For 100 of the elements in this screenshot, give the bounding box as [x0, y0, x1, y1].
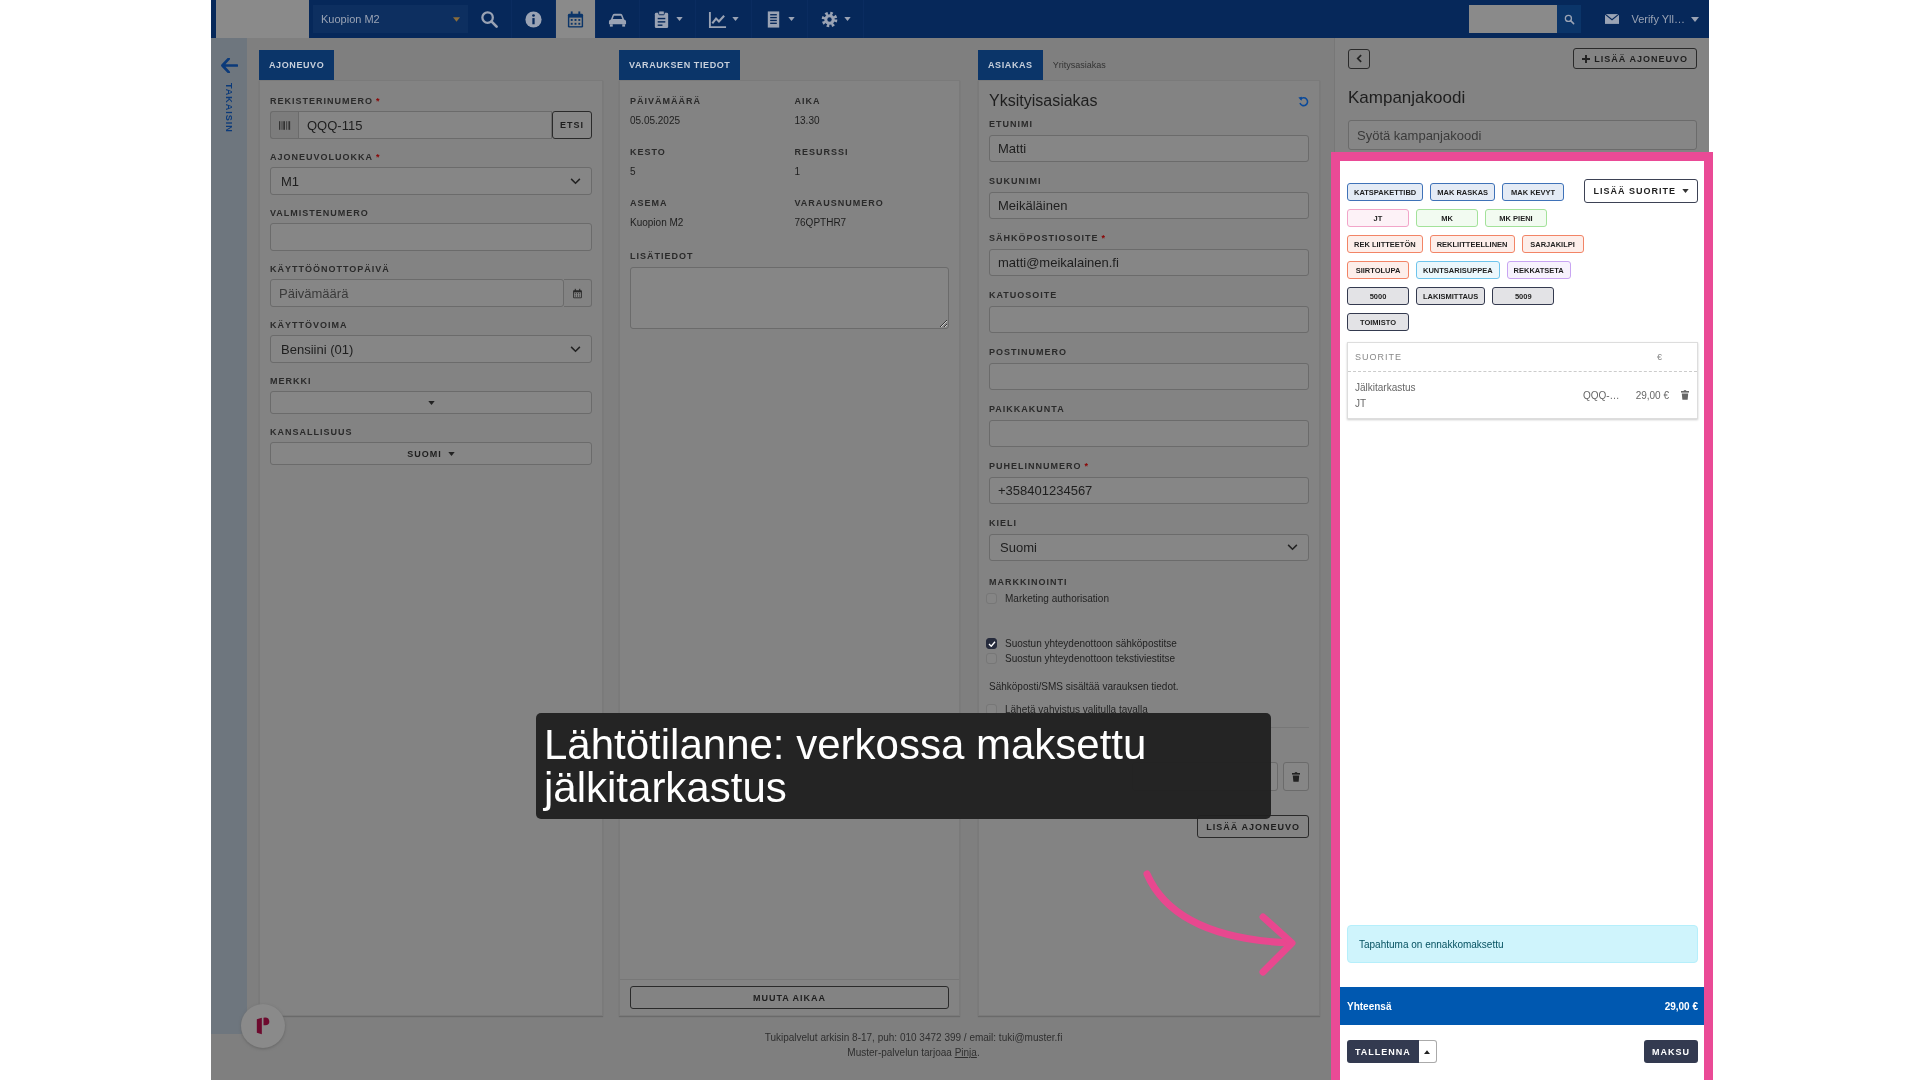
check-icon — [987, 640, 996, 647]
search-field[interactable] — [1469, 5, 1558, 33]
field-label: PÄIVÄMÄÄRÄ — [630, 95, 702, 107]
trash-icon — [1292, 771, 1300, 782]
field-label: KÄYTTÖVOIMA — [270, 319, 348, 331]
caret-icon — [1691, 16, 1699, 22]
user-menu[interactable]: Verify Yll… — [1631, 13, 1699, 25]
date-field[interactable]: Päivämäärä — [270, 279, 564, 307]
field-label: ASEMA — [630, 197, 669, 209]
delete-button[interactable] — [1283, 762, 1309, 791]
field-label: VALMISTENUMERO — [270, 207, 369, 219]
checkbox-label: Suostun yhteydenottoon sähköpostitse — [1005, 638, 1177, 649]
plate-field[interactable]: QQQ-115 — [298, 111, 552, 139]
calendar-button[interactable] — [564, 279, 592, 307]
dropdown-button[interactable]: SUOMI — [270, 442, 592, 465]
field-label: SUKUNIMI — [989, 175, 1042, 187]
text-field[interactable]: Matti — [989, 135, 1309, 162]
info-icon — [524, 9, 543, 29]
select-field[interactable]: M1 — [270, 167, 592, 195]
caret-icon — [1424, 1049, 1431, 1054]
text-field[interactable] — [989, 420, 1309, 447]
add-service-button[interactable]: LISÄÄ SUORITE — [1584, 179, 1698, 203]
text-field[interactable]: Meikäläinen — [989, 192, 1309, 219]
chevron-icon — [1287, 544, 1298, 551]
notes-field[interactable] — [630, 267, 949, 329]
support-text: Tukipalvelut arkisin 8-17, puh: 010 3472 399 / email: tuki@muster.fi — [764, 1031, 1063, 1045]
text-field[interactable] — [989, 363, 1309, 390]
info-text: Sähköposti/SMS sisältää varauksen tiedot. — [989, 681, 1180, 692]
field-value: 05.05.2025 — [630, 115, 682, 126]
change-time-button[interactable]: MUUTA AIKAA — [630, 986, 949, 1009]
chat-bubble-button[interactable] — [241, 1004, 285, 1048]
calendar-menu-button[interactable] — [556, 0, 596, 38]
field-label: SÄHKÖPOSTIOSOITE — [989, 232, 1099, 244]
chevron-left-icon — [1356, 54, 1362, 63]
mail-icon[interactable] — [1605, 14, 1620, 24]
field-label: VARAUSNUMERO — [794, 197, 885, 209]
clipboard-icon — [652, 9, 671, 29]
search-button[interactable]: ETSI — [552, 111, 592, 139]
add-vehicle-button[interactable]: LISÄÄ AJONEUVO — [1573, 48, 1697, 69]
text-field[interactable]: matti@meikalainen.fi — [989, 249, 1309, 276]
field-label: PUHELINNUMERO — [989, 460, 1082, 472]
field-label: KATUOSOITE — [989, 289, 1058, 301]
field-value: Kuopion M2 — [630, 217, 685, 228]
caret-icon — [676, 17, 683, 21]
text-field[interactable]: +358401234567 — [989, 477, 1309, 504]
service-code: JT — [1355, 397, 1368, 409]
trash-icon[interactable] — [1681, 390, 1689, 400]
caret-icon — [732, 17, 739, 21]
required-mark: * — [376, 95, 381, 107]
field-label: POSTINUMERO — [989, 346, 1067, 358]
refresh-icon[interactable] — [1298, 95, 1309, 107]
info-alert: Tapahtuma on ennakkomaksettu — [1347, 925, 1698, 963]
search-icon — [1563, 13, 1575, 25]
text-field[interactable] — [989, 306, 1309, 333]
field-value: 76QPTHR7 — [794, 217, 848, 228]
settings-icon — [820, 9, 839, 29]
caret-icon — [1682, 189, 1689, 193]
chevron-icon — [570, 345, 581, 353]
total-label: Yhteensä — [1347, 1000, 1392, 1012]
column-header: € — [1657, 352, 1664, 362]
text-field[interactable] — [270, 223, 592, 251]
select-field[interactable]: Bensiini (01) — [270, 335, 592, 363]
required-mark: * — [376, 151, 381, 163]
save-button[interactable]: TALLENNA — [1347, 1040, 1419, 1063]
total-value: 29,00 € — [1664, 1000, 1698, 1012]
search-button[interactable] — [1557, 5, 1582, 33]
plus-icon — [1582, 54, 1591, 63]
calendar-icon — [572, 287, 583, 299]
location-select[interactable]: Kuopion M2 — [313, 5, 468, 33]
barcode-icon — [278, 120, 291, 130]
customer-tab[interactable]: ASIAKAS — [978, 50, 1043, 80]
logo-icon — [254, 1016, 272, 1036]
campaign-code-field[interactable]: Syötä kampanjakoodi — [1348, 120, 1697, 150]
caret-icon — [447, 451, 455, 456]
field-value: 5 — [630, 166, 637, 177]
back-button[interactable] — [1348, 48, 1370, 69]
checkbox-label: Marketing authorisation — [1005, 593, 1109, 604]
field-label: LISÄTIEDOT — [630, 250, 695, 262]
section-tab[interactable]: VARAUKSEN TIEDOT — [619, 50, 741, 80]
checkbox-label: Lähetä vahvistus valitulla tavalla — [1005, 704, 1148, 715]
caret-icon — [844, 17, 851, 21]
pay-button[interactable]: MAKSU — [1644, 1040, 1698, 1063]
field-label: REKISTERINUMERO — [270, 95, 373, 107]
section-tab[interactable]: AJONEUVO — [259, 50, 335, 80]
search-icon — [480, 9, 499, 29]
back-arrow-icon[interactable] — [220, 58, 238, 73]
caret-icon — [427, 400, 435, 405]
checkbox[interactable] — [986, 638, 997, 649]
field-label: KESTO — [630, 146, 667, 158]
field-value: 1 — [794, 166, 802, 177]
required-mark: * — [1101, 232, 1107, 244]
calendar-icon — [566, 9, 585, 29]
select-field[interactable]: Suomi — [989, 534, 1309, 561]
credit-text: Muster-palvelun tarjoaa Pinja. — [847, 1046, 980, 1060]
caption-tooltip: Lähtötilanne: verkossa maksettu jälkitarkastus — [536, 713, 1271, 819]
checkbox-label: Suostun yhteydenottoon tekstiviestitse — [1005, 653, 1176, 664]
field-label: KÄYTTÖÖNOTTOPÄIVÄ — [270, 263, 390, 275]
section-title: Yksityisasiakas — [989, 92, 1098, 110]
chart-icon — [708, 9, 727, 29]
field-label: KIELI — [989, 517, 1017, 529]
